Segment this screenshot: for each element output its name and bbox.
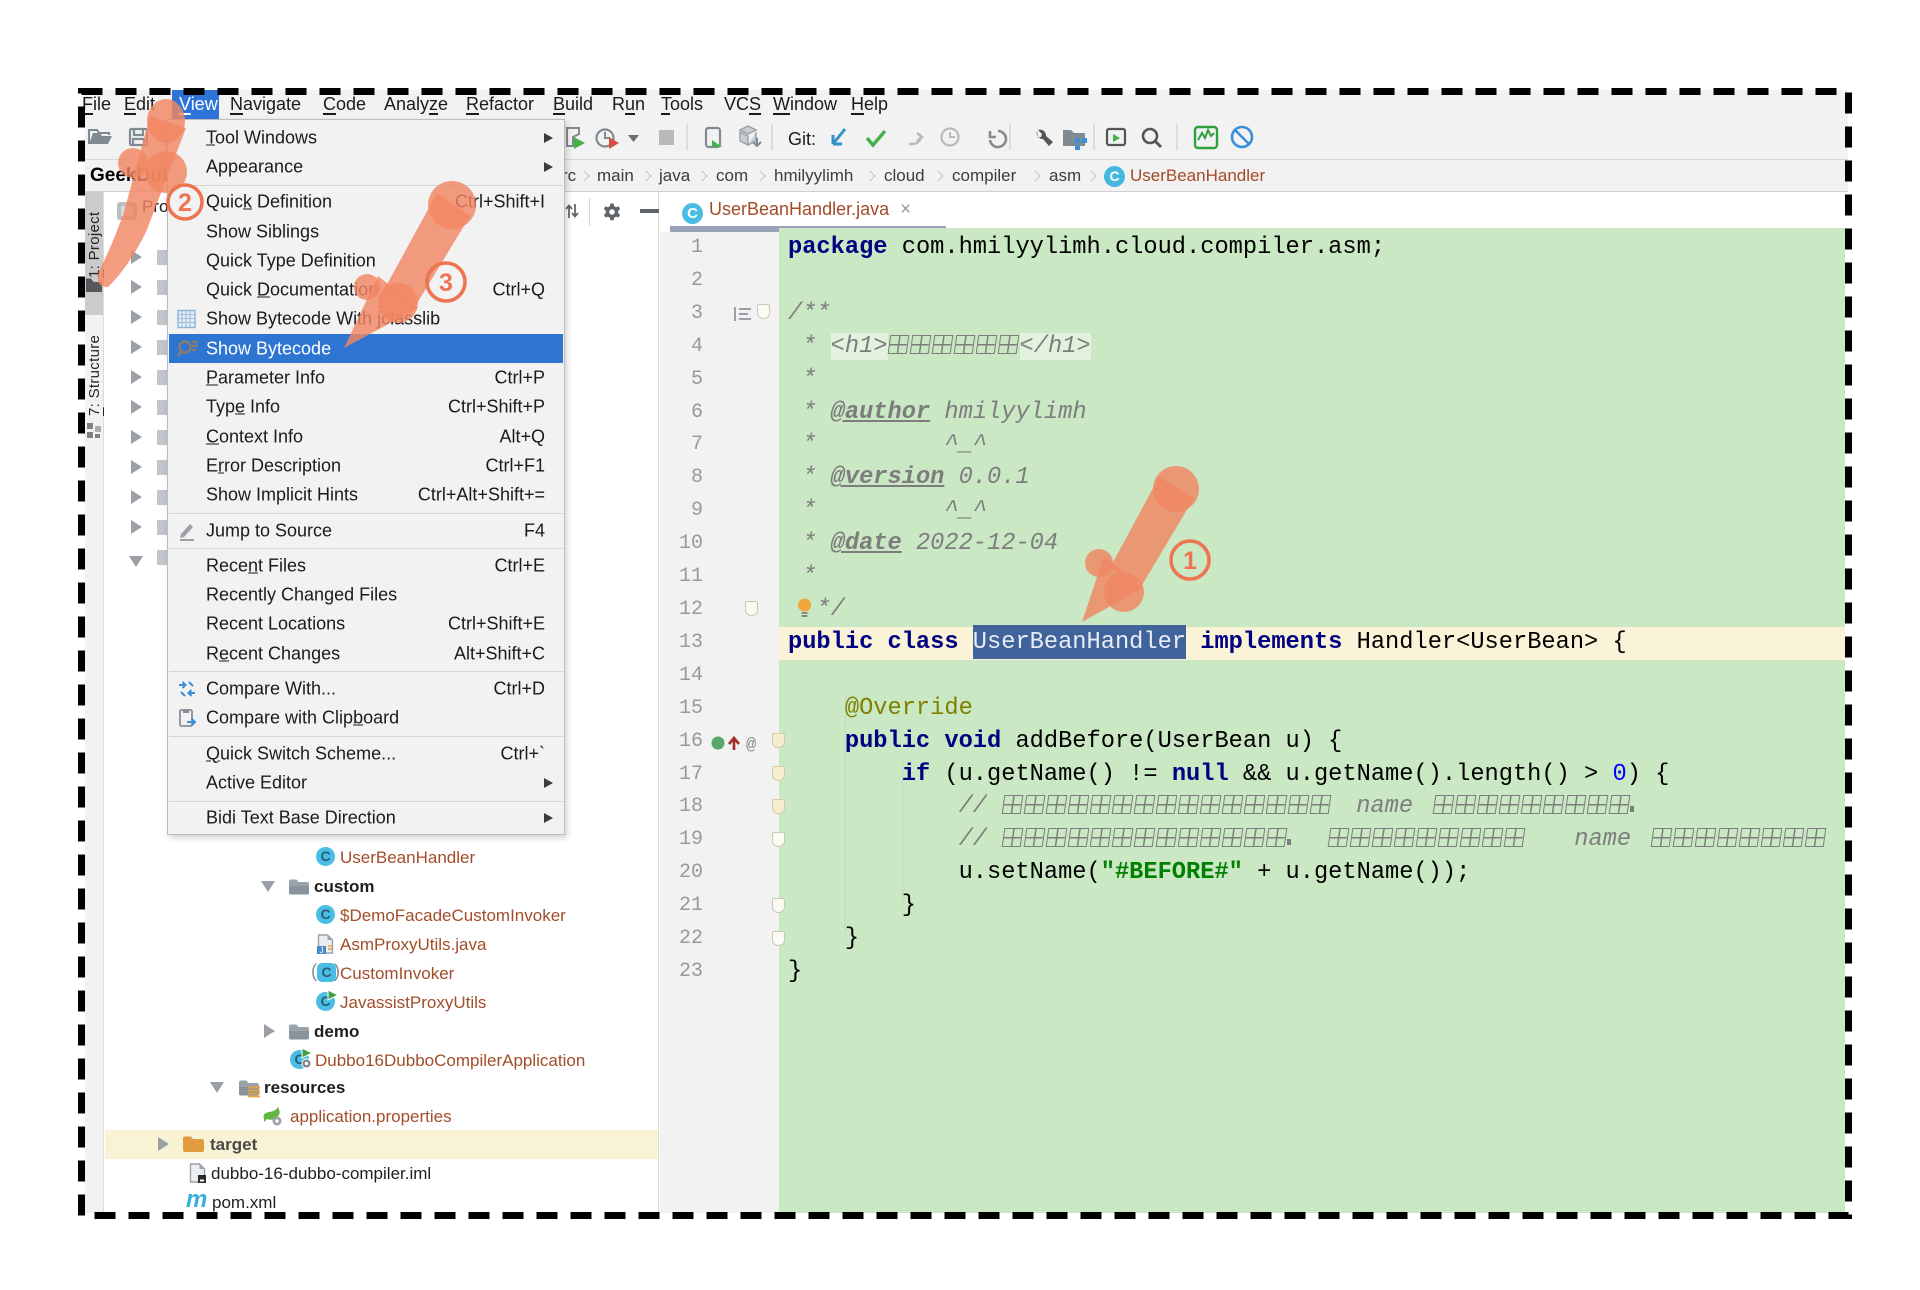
svg-text:J: J — [320, 946, 324, 954]
svg-text:@: @ — [746, 736, 756, 753]
svg-text:Git:: Git: — [788, 129, 816, 149]
